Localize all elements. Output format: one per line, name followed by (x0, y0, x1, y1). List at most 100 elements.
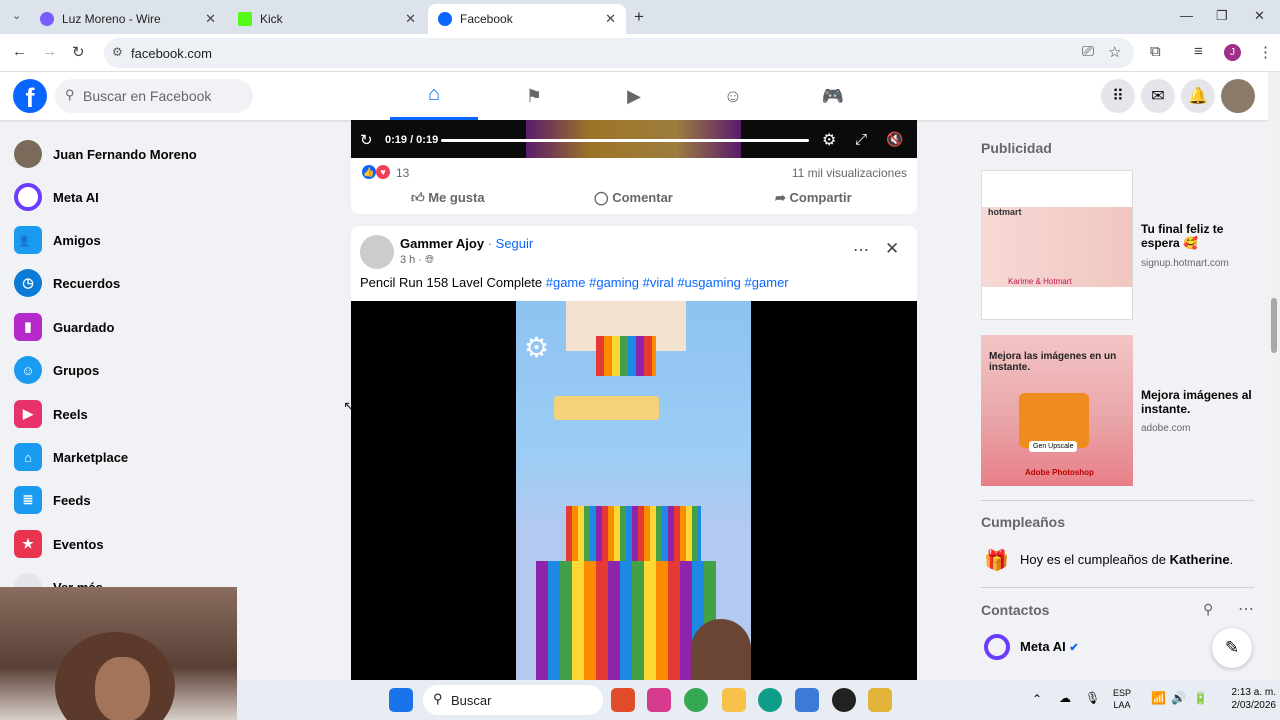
install-app-icon[interactable]: ⎚ (1082, 43, 1094, 60)
video-progress-bar[interactable] (441, 139, 809, 142)
sidebar-item-profile[interactable]: Juan Fernando Moreno (14, 136, 197, 172)
contact-meta-ai[interactable]: Meta AI ✔ (1020, 639, 1079, 654)
mute-icon[interactable]: 🔇 (886, 131, 903, 148)
new-tab-icon[interactable]: + (634, 7, 644, 27)
follow-link[interactable]: Seguir (496, 236, 534, 251)
clock-time: 2:13 a. m. (1231, 687, 1276, 698)
contacts-options-icon[interactable]: ⋯ (1238, 599, 1254, 619)
birthday-text[interactable]: Hoy es el cumpleaños de Katherine. (1020, 552, 1233, 567)
nav-groups[interactable]: ☺ (689, 72, 777, 120)
like-button[interactable]: 👍︎ Me gusta (411, 190, 485, 206)
chrome-app-icon[interactable] (684, 688, 708, 712)
sidebar-item-saved[interactable]: ▮ Guardado (14, 309, 114, 345)
search-input[interactable]: ⚲ Buscar en Facebook (55, 79, 253, 113)
menu-button[interactable]: ⠿ (1101, 79, 1135, 113)
sidebar-item-marketplace[interactable]: ⌂ Marketplace (14, 439, 128, 475)
tray-icon[interactable]: ☁ (1059, 691, 1071, 705)
bookmark-star-icon[interactable]: ☆ (1108, 43, 1121, 61)
ad-hotmart-image[interactable]: hotmart Karime & Hotmart (981, 170, 1133, 320)
app-icon[interactable] (832, 688, 856, 712)
share-button[interactable]: ➦ Compartir (775, 190, 852, 206)
tab-facebook[interactable]: Facebook ✕ (428, 4, 626, 34)
more-options-icon[interactable]: ⋯ (853, 240, 869, 260)
hashtag-link[interactable]: #game (546, 275, 586, 290)
ad-adobe-image[interactable]: Mejora las imágenes en un instante. Gen … (981, 335, 1133, 486)
sidebar-item-events[interactable]: ★ Eventos (14, 526, 104, 562)
league-icon[interactable] (868, 688, 892, 712)
video-player[interactable]: ↻ 0:19 / 0:19 ⚙ ⤢ 🔇 (351, 120, 917, 158)
ad-title[interactable]: Tu final feliz te espera 🥰 (1141, 222, 1251, 250)
notepad-icon[interactable] (795, 688, 819, 712)
comment-button[interactable]: ◯ Comentar (594, 190, 673, 206)
tab-kick[interactable]: Kick ✕ (228, 4, 426, 34)
site-info-icon[interactable]: ⚙ (112, 45, 123, 59)
edge-icon[interactable] (758, 688, 782, 712)
clock[interactable]: 2:13 a. m. 2/03/2026 (1222, 686, 1277, 712)
wifi-icon[interactable]: 📶 (1151, 691, 1166, 705)
sidebar-item-reels[interactable]: ▶ Reels (14, 396, 88, 432)
notifications-button[interactable]: 🔔 (1181, 79, 1215, 113)
chrome-menu-icon[interactable]: ⋮ (1258, 43, 1273, 61)
scrollbar-thumb[interactable] (1271, 298, 1277, 353)
nav-gaming[interactable]: 🎮 (789, 72, 877, 120)
grid-menu-icon: ⠿ (1112, 88, 1124, 105)
nav-video[interactable]: ▶ (590, 72, 678, 120)
search-contacts-icon[interactable]: ⚲ (1203, 601, 1213, 618)
game-video[interactable]: ⚙ (351, 301, 917, 680)
messenger-button[interactable]: ✉ (1141, 79, 1175, 113)
sidebar-item-memories[interactable]: ◷ Recuerdos (14, 265, 120, 301)
nav-home[interactable]: ⌂ (390, 72, 478, 120)
thumbs-up-icon: 👍︎ (411, 190, 425, 205)
nav-pages[interactable]: ⚑ (490, 72, 578, 120)
author-avatar[interactable] (360, 235, 394, 269)
taskview-icon[interactable] (611, 688, 635, 712)
hashtag-link[interactable]: #gaming (589, 275, 639, 290)
sidebar-item-meta-ai[interactable]: Meta AI (14, 179, 99, 215)
hashtag-link[interactable]: #gamer (745, 275, 789, 290)
chevron-up-icon[interactable]: ⌃ (1032, 692, 1042, 706)
language-indicator[interactable]: ESP LAA (1113, 687, 1131, 711)
sidebar-item-friends[interactable]: 👥 Amigos (14, 222, 101, 258)
reaction-count[interactable]: 13 (396, 166, 409, 180)
sidebar-item-feeds[interactable]: ≣ Feeds (14, 482, 91, 518)
sidebar-item-groups[interactable]: ☺ Grupos (14, 352, 99, 388)
page-scrollbar[interactable] (1268, 72, 1280, 680)
media-controls-icon[interactable]: ≡ (1194, 43, 1203, 60)
post-author[interactable]: Gammer Ajoy (400, 236, 484, 251)
start-icon[interactable] (389, 688, 413, 712)
tab-wire[interactable]: Luz Moreno - Wire ✕ (30, 4, 226, 34)
reload-icon[interactable]: ↻ (72, 43, 85, 61)
restore-icon[interactable]: ❐ (1216, 8, 1228, 24)
close-tab-icon[interactable]: ✕ (405, 11, 416, 27)
microphone-icon[interactable]: 🎙 (1085, 691, 1100, 705)
profile-avatar[interactable]: J (1224, 44, 1241, 61)
back-icon[interactable]: ← (12, 43, 27, 60)
ad-domain: signup.hotmart.com (1141, 258, 1229, 269)
replay-icon[interactable]: ↻ (360, 131, 373, 149)
forward-icon[interactable]: → (42, 43, 57, 60)
tab-search-icon[interactable]: ⌄ (12, 9, 21, 22)
extensions-icon[interactable]: ⧉ (1150, 43, 1161, 60)
minimize-icon[interactable]: — (1180, 8, 1193, 23)
post-time[interactable]: 3 h (400, 254, 415, 266)
close-tab-icon[interactable]: ✕ (205, 11, 216, 27)
settings-icon[interactable]: ⚙ (822, 130, 836, 150)
volume-icon[interactable]: 🔊 (1171, 691, 1186, 705)
fullscreen-icon[interactable]: ⤢ (855, 131, 867, 148)
hashtag-link[interactable]: #usgaming (677, 275, 741, 290)
meta-ai-icon (984, 634, 1010, 660)
close-window-icon[interactable]: ✕ (1254, 8, 1265, 24)
account-avatar[interactable] (1221, 79, 1255, 113)
facebook-logo-icon[interactable]: f (13, 79, 47, 113)
taskbar-search[interactable]: ⚲ Buscar (423, 685, 603, 715)
ad-title[interactable]: Mejora imágenes al instante. (1141, 388, 1259, 416)
close-post-icon[interactable]: ✕ (885, 239, 899, 259)
url-field[interactable]: ⚙ facebook.com (104, 38, 1134, 68)
copilot-icon[interactable] (647, 688, 671, 712)
close-tab-icon[interactable]: ✕ (605, 11, 616, 27)
birthday-name: Katherine (1169, 552, 1230, 567)
battery-icon[interactable]: 🔋 (1193, 691, 1208, 705)
hashtag-link[interactable]: #viral (643, 275, 674, 290)
new-message-button[interactable]: ✎ (1212, 628, 1252, 668)
file-explorer-icon[interactable] (722, 688, 746, 712)
